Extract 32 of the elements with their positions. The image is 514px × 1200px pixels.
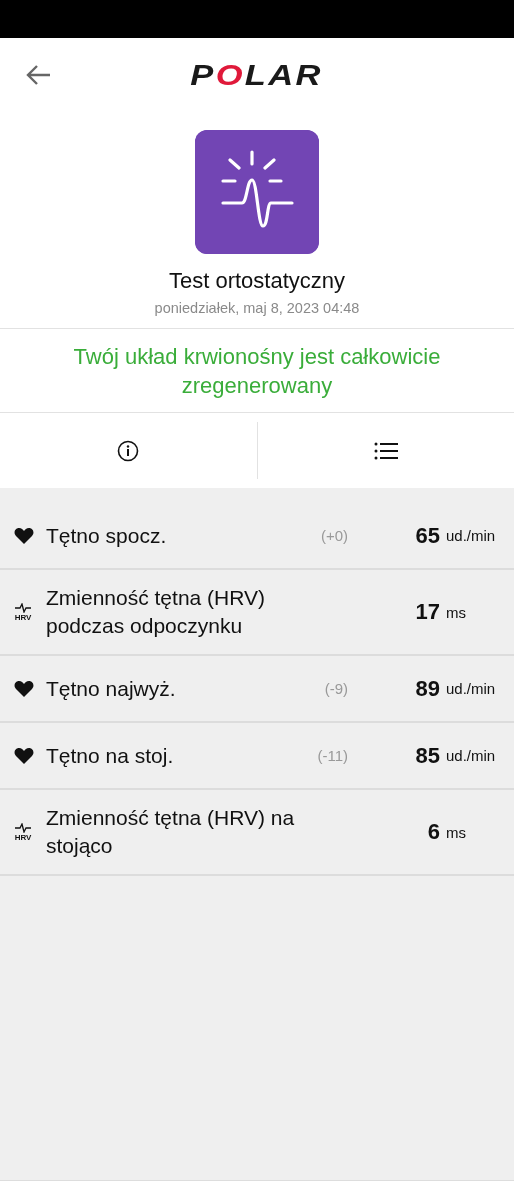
metric-label: Tętno na stoj. [46, 742, 175, 769]
metric-value: 17 [415, 599, 440, 625]
heart-icon [14, 679, 34, 698]
metric-change: (+0) [320, 527, 349, 544]
metric-unit: ud./min [445, 747, 497, 764]
metric-unit: ud./min [445, 527, 497, 544]
test-title: Test ortostatyczny [168, 268, 346, 294]
brand-logo: POLAR [190, 58, 324, 92]
pulse-icon [15, 602, 31, 613]
metric-value: 6 [427, 819, 440, 845]
metric-label: Zmienność tętna (HRV) podczas odpoczynku [46, 585, 267, 639]
test-date: poniedziałek, maj 8, 2023 04:48 [154, 300, 360, 316]
metric-label: Zmienność tętna (HRV) na stojąco [46, 805, 296, 859]
metric-unit: ms [445, 823, 467, 841]
metric-label: Tętno spocz. [46, 522, 168, 549]
list-icon [373, 441, 398, 460]
hrv-label: HRV [14, 832, 32, 842]
metric-value: 65 [415, 522, 440, 549]
hrv-label: HRV [14, 612, 32, 622]
heart-icon [14, 746, 34, 765]
metric-value: 85 [415, 742, 440, 769]
metric-label: Tętno najwyż. [46, 675, 177, 702]
pulse-icon [15, 822, 31, 833]
orthostatic-test-icon [195, 130, 319, 254]
metric-unit: ms [445, 603, 467, 621]
metric-change: (-9) [324, 680, 349, 697]
metric-value: 89 [415, 675, 440, 702]
metric-change: (-11) [317, 747, 349, 764]
back-button[interactable] [24, 63, 52, 87]
info-icon [117, 439, 140, 462]
heart-icon [14, 526, 34, 545]
metric-unit: ud./min [445, 680, 497, 697]
